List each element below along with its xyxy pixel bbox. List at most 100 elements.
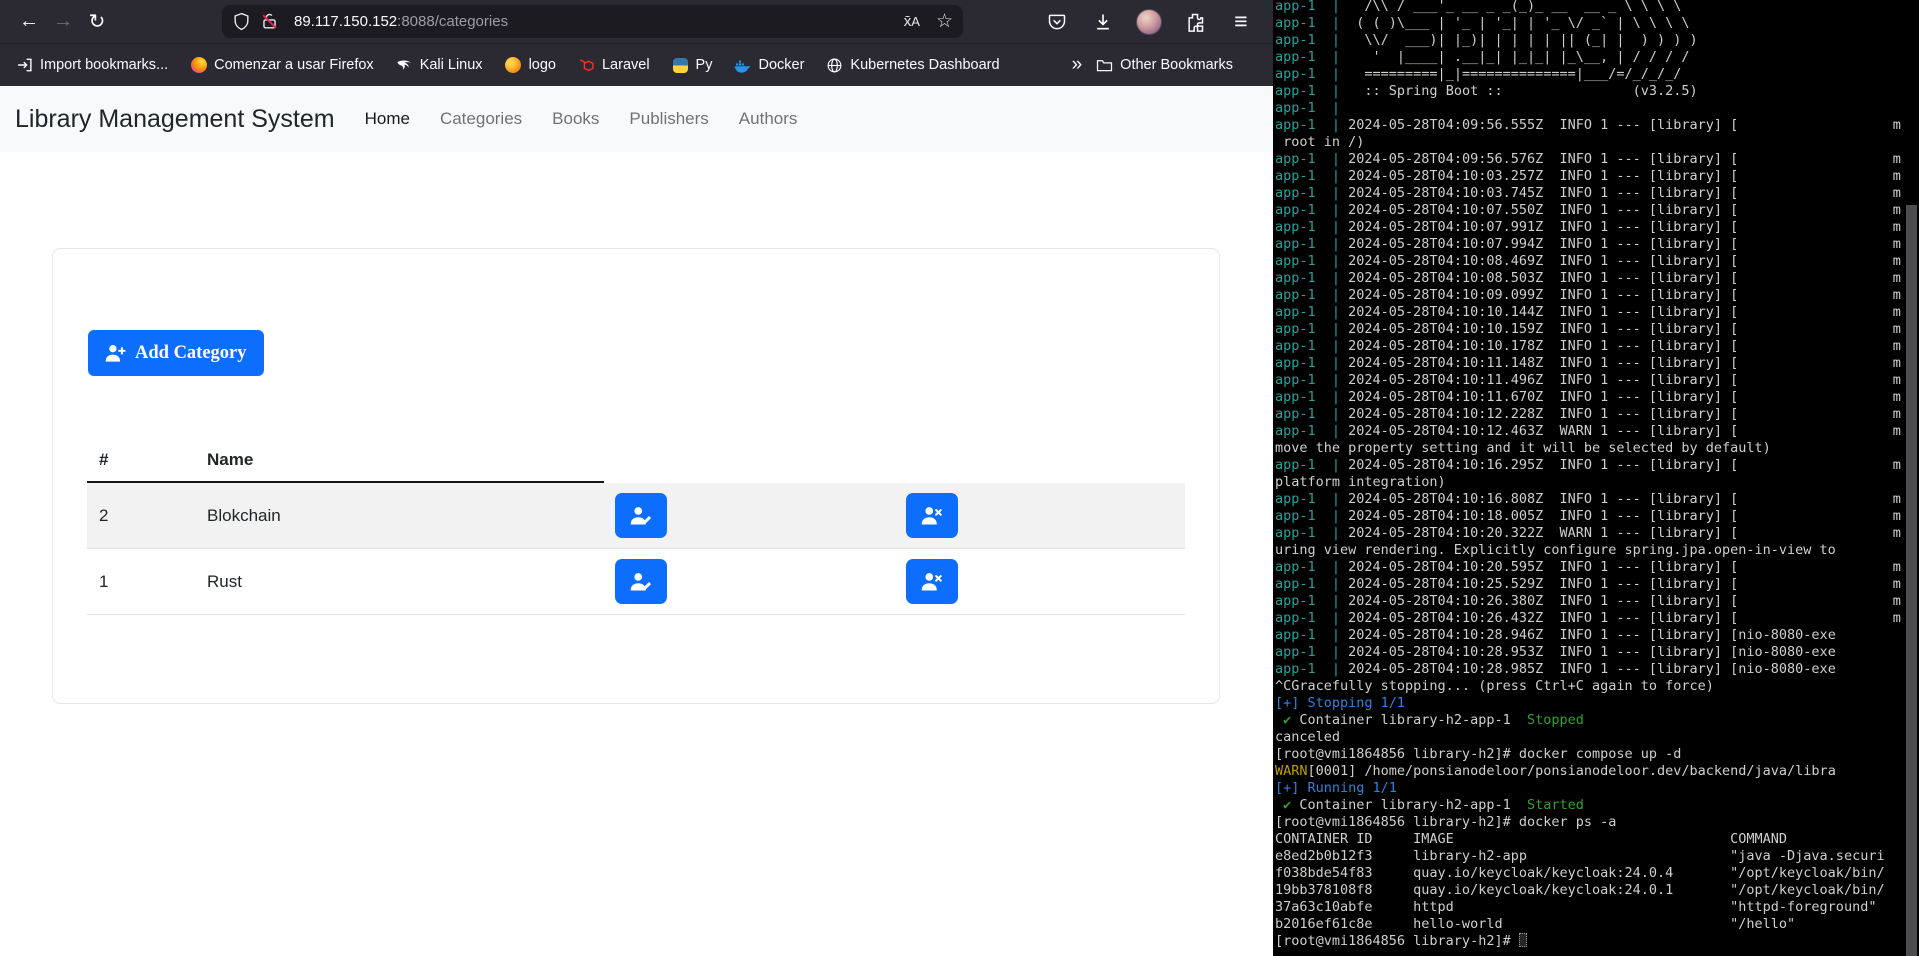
terminal-line: ✔ Container library-h2-app-1 Started <box>1275 797 1919 814</box>
terminal-line: ^CGracefully stopping... (press Ctrl+C a… <box>1275 678 1919 695</box>
terminal-line: [root@vmi1864856 library-h2]# docker com… <box>1275 746 1919 763</box>
terminal-line: app-1 | \\/ ___)| |_)| | | | | || (_| | … <box>1275 32 1919 49</box>
add-category-button[interactable]: Add Category <box>88 330 264 376</box>
terminal-line: app-1 | 2024-05-28T04:10:16.808Z INFO 1 … <box>1275 491 1919 508</box>
category-name: Rust <box>207 572 604 592</box>
terminal-line: f038bde54f83 quay.io/keycloak/keycloak:2… <box>1275 865 1919 882</box>
bookmark-label: Py <box>696 57 713 73</box>
bookmark-kali-linux[interactable]: Kali Linux <box>396 57 483 74</box>
tracking-shield-icon[interactable] <box>232 12 251 31</box>
browser-window: ← → ↻ 89.117.150.152:8088/categories x̄A… <box>0 0 1273 956</box>
terminal-line: app-1 | 2024-05-28T04:10:16.295Z INFO 1 … <box>1275 457 1919 474</box>
nav-item-authors[interactable]: Authors <box>724 101 813 137</box>
user-pen-icon <box>630 571 652 593</box>
terminal-line: app-1 | 2024-05-28T04:10:12.463Z WARN 1 … <box>1275 423 1919 440</box>
downloads-icon[interactable] <box>1086 6 1120 38</box>
bookmark-label: Kubernetes Dashboard <box>850 57 999 73</box>
other-bookmarks-label: Other Bookmarks <box>1120 57 1233 73</box>
edit-category-button[interactable] <box>615 493 667 538</box>
terminal-line: app-1 | /\\ / ___'_ __ _ _(_)_ __ __ _ \… <box>1275 0 1919 15</box>
extensions-puzzle-icon[interactable] <box>1178 6 1212 38</box>
nav-item-publishers[interactable]: Publishers <box>614 101 723 137</box>
table-header-row: # Name <box>87 439 604 483</box>
nav-item-categories[interactable]: Categories <box>425 101 537 137</box>
edit-category-button[interactable] <box>615 559 667 604</box>
terminal-line: app-1 | 2024-05-28T04:10:09.099Z INFO 1 … <box>1275 287 1919 304</box>
delete-category-button[interactable] <box>906 559 958 604</box>
terminal-line: app-1 | 2024-05-28T04:10:11.496Z INFO 1 … <box>1275 372 1919 389</box>
terminal-line: app-1 | 2024-05-28T04:10:20.595Z INFO 1 … <box>1275 559 1919 576</box>
terminal-window[interactable]: app-1 | /\\ / ___'_ __ _ _(_)_ __ __ _ \… <box>1273 0 1919 956</box>
terminal-line: 19bb378108f8 quay.io/keycloak/keycloak:2… <box>1275 882 1919 899</box>
url-host: 89.117.150.152 <box>294 13 397 30</box>
bookmarks-bar: Import bookmarks... Comenzar a usar Firef… <box>0 43 1273 86</box>
url-text[interactable]: 89.117.150.152:8088/categories <box>294 13 508 30</box>
terminal-line: app-1 | 2024-05-28T04:10:28.953Z INFO 1 … <box>1275 644 1919 661</box>
terminal-line: app-1 | 2024-05-28T04:10:08.469Z INFO 1 … <box>1275 253 1919 270</box>
header-name: Name <box>207 450 604 470</box>
menu-hamburger-icon[interactable]: ≡ <box>1224 6 1258 38</box>
bookmark-kubernetes-dashboard[interactable]: Kubernetes Dashboard <box>826 57 999 74</box>
header-num: # <box>87 450 207 470</box>
bookmark-label: Import bookmarks... <box>40 57 168 73</box>
url-bar[interactable]: 89.117.150.152:8088/categories x̄A ☆ <box>222 5 963 38</box>
terminal-line: CONTAINER ID IMAGE COMMAND <box>1275 831 1919 848</box>
terminal-line: app-1 | 2024-05-28T04:10:11.670Z INFO 1 … <box>1275 389 1919 406</box>
logo-icon <box>505 57 522 74</box>
terminal-line: 37a63c10abfe httpd "httpd-foreground" <box>1275 899 1919 916</box>
page-content: Library Management System HomeCategories… <box>0 86 1273 956</box>
bookmark-logo[interactable]: logo <box>505 57 556 74</box>
user-x-icon <box>921 505 943 527</box>
table-row: 1Rust <box>87 549 1185 615</box>
table-row: 2Blokchain <box>87 483 1185 549</box>
import-icon <box>16 57 33 74</box>
terminal-line: app-1 | 2024-05-28T04:10:07.991Z INFO 1 … <box>1275 219 1919 236</box>
browser-toolbar: ← → ↻ 89.117.150.152:8088/categories x̄A… <box>0 0 1273 43</box>
forward-button[interactable]: → <box>46 6 80 38</box>
translate-icon[interactable]: x̄A <box>904 13 920 30</box>
reload-button[interactable]: ↻ <box>80 6 114 38</box>
terminal-line: platform integration) <box>1275 474 1919 491</box>
nav-item-books[interactable]: Books <box>537 101 614 137</box>
bookmarks-overflow-chevron-icon[interactable]: » <box>1072 54 1083 76</box>
delete-cell <box>895 559 1185 604</box>
bookmark-import-bookmarks[interactable]: Import bookmarks... <box>16 57 168 74</box>
bookmark-label: Docker <box>758 57 804 73</box>
terminal-cursor <box>1519 933 1527 947</box>
bookmark-label: logo <box>529 57 556 73</box>
bookmark-docker[interactable]: Docker <box>734 57 804 74</box>
other-bookmarks-folder[interactable]: Other Bookmarks <box>1096 57 1233 74</box>
bookmark-comenzar-a-usar-firefox[interactable]: Comenzar a usar Firefox <box>190 57 374 74</box>
user-x-icon <box>921 571 943 593</box>
bookmark-laravel[interactable]: Laravel <box>578 57 650 74</box>
terminal-scrollbar[interactable] <box>1906 205 1917 956</box>
terminal-line: canceled <box>1275 729 1919 746</box>
terminal-line: app-1 | 2024-05-28T04:10:11.148Z INFO 1 … <box>1275 355 1919 372</box>
profile-avatar[interactable] <box>1132 6 1166 38</box>
bookmark-py[interactable]: Py <box>672 57 713 74</box>
pocket-icon[interactable] <box>1040 6 1074 38</box>
python-icon <box>672 57 689 74</box>
toolbar-right-icons: ≡ <box>1040 0 1258 43</box>
categories-table: # Name 2Blokchain1Rust <box>87 439 1185 615</box>
terminal-line: app-1 | 2024-05-28T04:10:10.159Z INFO 1 … <box>1275 321 1919 338</box>
terminal-line: app-1 | ' |____| .__|_| |_|_| |_\__, | /… <box>1275 49 1919 66</box>
folder-icon <box>1096 57 1113 74</box>
insecure-lock-icon[interactable] <box>260 12 279 31</box>
terminal-line: app-1 | 2024-05-28T04:10:10.144Z INFO 1 … <box>1275 304 1919 321</box>
avatar-image <box>1136 9 1162 35</box>
terminal-line: app-1 | 2024-05-28T04:10:07.994Z INFO 1 … <box>1275 236 1919 253</box>
terminal-line: WARN[0001] /home/ponsianodeloor/ponsiano… <box>1275 763 1919 780</box>
laravel-icon <box>578 57 595 74</box>
nav-item-home[interactable]: Home <box>350 101 425 137</box>
bookmark-star-icon[interactable]: ☆ <box>936 10 953 33</box>
terminal-line: app-1 | 2024-05-28T04:10:03.745Z INFO 1 … <box>1275 185 1919 202</box>
delete-category-button[interactable] <box>906 493 958 538</box>
back-button[interactable]: ← <box>12 6 46 38</box>
terminal-line: b2016ef61c8e hello-world "/hello" <box>1275 916 1919 933</box>
bookmark-label: Kali Linux <box>420 57 483 73</box>
site-brand: Library Management System <box>15 105 335 134</box>
terminal-line: app-1 | 2024-05-28T04:10:28.946Z INFO 1 … <box>1275 627 1919 644</box>
terminal-line: app-1 | 2024-05-28T04:10:26.380Z INFO 1 … <box>1275 593 1919 610</box>
edit-cell <box>604 559 895 604</box>
